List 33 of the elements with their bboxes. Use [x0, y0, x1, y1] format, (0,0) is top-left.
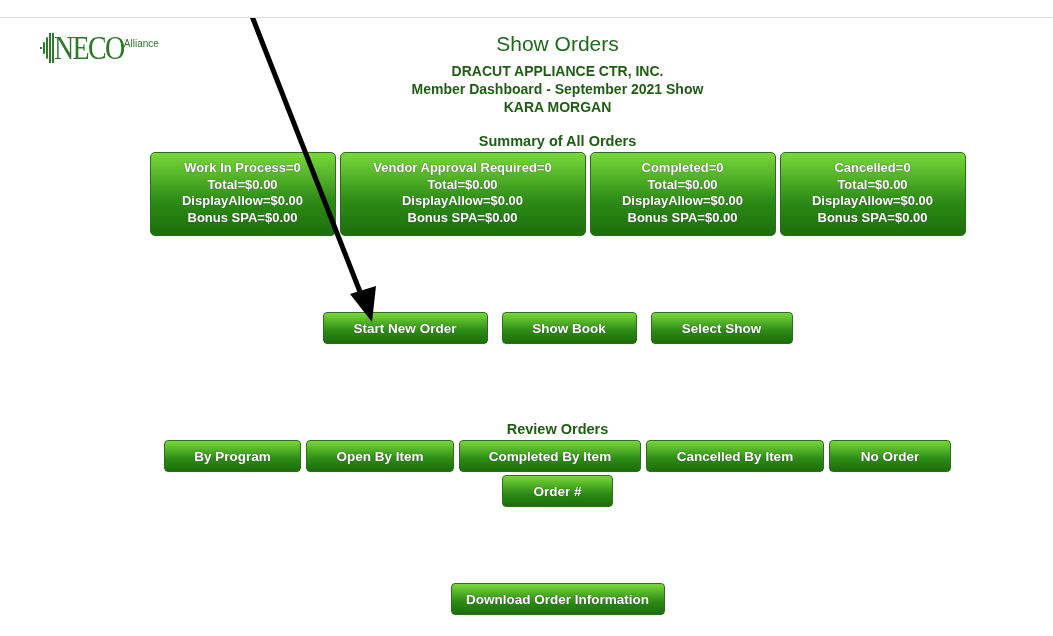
action-button[interactable]: Select Show: [650, 312, 793, 344]
action-button[interactable]: Start New Order: [322, 312, 488, 344]
summary-line: Completed=0: [640, 160, 725, 177]
summary-line: Bonus SPA=$0.00: [186, 209, 299, 226]
summary-line: DisplayAllow=$0.00: [621, 193, 744, 210]
summary-line: Work In Process=0: [183, 160, 302, 177]
download-button[interactable]: Download Order Information: [450, 583, 665, 615]
summary-line: Total=$0.00: [646, 176, 719, 193]
header-line: Member Dashboard - September 2021 Show: [411, 80, 704, 98]
header-line: DRACUT APPLIANCE CTR, INC.: [451, 62, 664, 80]
summary-line: Bonus SPA=$0.00: [626, 209, 739, 226]
page-title: Show Orders: [496, 32, 619, 56]
summary-line: Total=$0.00: [836, 176, 909, 193]
summary-line: Vendor Approval Required=0: [372, 160, 553, 177]
header-line: KARA MORGAN: [503, 98, 612, 116]
summary-line: Cancelled=0: [833, 160, 912, 177]
striped-arc-icon: [40, 33, 54, 63]
summary-line: DisplayAllow=$0.00: [811, 193, 934, 210]
summary-line: Total=$0.00: [206, 176, 279, 193]
summary-line: Total=$0.00: [426, 176, 499, 193]
review-button[interactable]: Completed By Item: [459, 440, 641, 472]
review-button[interactable]: By Program: [164, 440, 301, 472]
review-button[interactable]: Open By Item: [306, 440, 454, 472]
summary-line: DisplayAllow=$0.00: [401, 193, 524, 210]
review-button[interactable]: Order #: [502, 475, 613, 507]
summary-line: Bonus SPA=$0.00: [406, 209, 519, 226]
review-button[interactable]: No Order: [829, 440, 951, 472]
section-title: Review Orders: [506, 421, 609, 437]
summary-line: Bonus SPA=$0.00: [816, 209, 929, 226]
summary-line: DisplayAllow=$0.00: [181, 193, 304, 210]
review-button[interactable]: Cancelled By Item: [646, 440, 824, 472]
action-button[interactable]: Show Book: [501, 312, 637, 344]
section-title: Summary of All Orders: [478, 133, 637, 149]
